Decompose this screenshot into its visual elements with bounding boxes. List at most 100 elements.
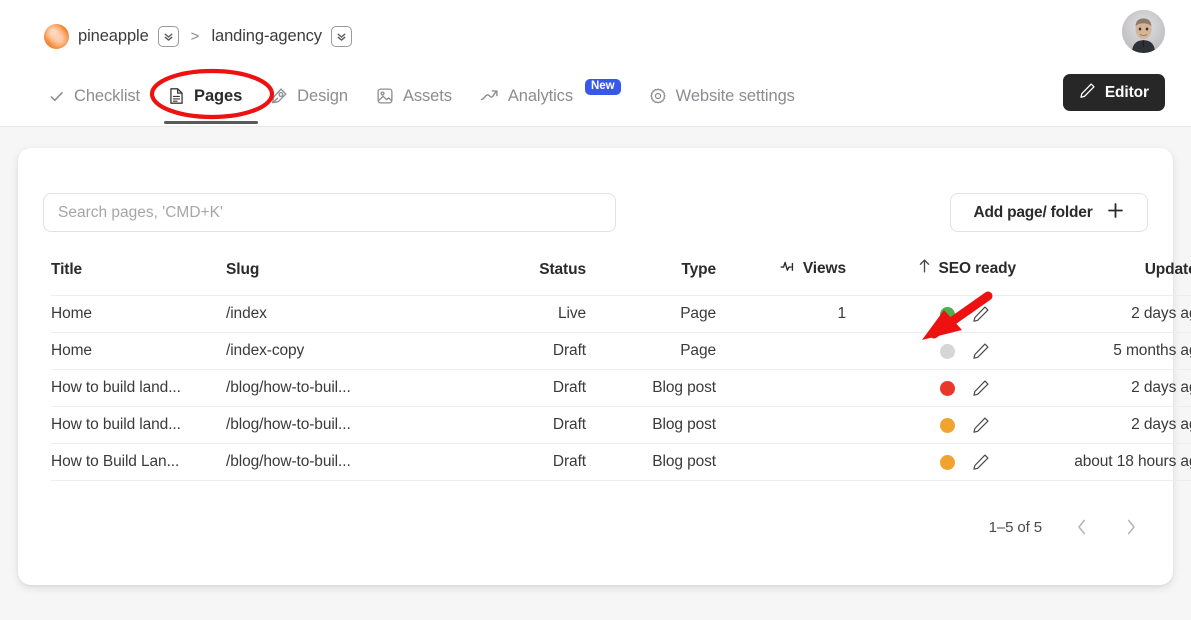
pages-card: Add page/ folder Title Slug Statu bbox=[18, 148, 1191, 585]
pages-table: Title Slug Status Type Views SEO ready U… bbox=[51, 258, 1191, 481]
avatar[interactable] bbox=[1122, 10, 1165, 53]
trending-up-icon bbox=[480, 88, 499, 104]
tab-design-label: Design bbox=[297, 86, 348, 105]
column-header-type-label: Type bbox=[681, 261, 716, 278]
chevron-right-icon bbox=[1127, 519, 1135, 535]
table-header-row: Title Slug Status Type Views SEO ready U… bbox=[51, 258, 1191, 296]
cell-seo-ready bbox=[846, 369, 1016, 407]
cell-views bbox=[716, 443, 846, 481]
chevron-left-icon bbox=[1078, 519, 1086, 535]
column-header-title-label: Title bbox=[51, 261, 83, 278]
pagination-previous-button[interactable] bbox=[1073, 516, 1091, 538]
pen-nib-icon bbox=[270, 87, 288, 105]
edit-pencil-icon[interactable] bbox=[972, 342, 990, 360]
seo-status-dot bbox=[940, 417, 955, 433]
breadcrumb-separator: > bbox=[190, 27, 200, 45]
tab-pages[interactable]: Pages bbox=[154, 76, 259, 124]
gear-icon bbox=[649, 87, 667, 105]
column-header-updated-label: Updated bbox=[1144, 261, 1191, 278]
tab-assets[interactable]: Assets bbox=[362, 76, 466, 116]
column-header-type[interactable]: Type bbox=[586, 258, 716, 296]
column-header-status[interactable]: Status bbox=[466, 258, 586, 296]
tab-checklist[interactable]: Checklist bbox=[34, 76, 154, 116]
cell-status: Draft bbox=[466, 369, 586, 407]
pagination-range-label: 1–5 of 5 bbox=[988, 518, 1043, 536]
table-row[interactable]: Home/index-copyDraftPage 5 months ago bbox=[51, 332, 1191, 370]
tab-website-settings[interactable]: Website settings bbox=[635, 76, 809, 116]
cell-slug: /blog/how-to-buil... bbox=[226, 406, 466, 444]
column-header-slug-label: Slug bbox=[226, 261, 260, 278]
table-row[interactable]: Home/indexLivePage1 2 days ago bbox=[51, 295, 1191, 333]
check-icon bbox=[48, 88, 65, 105]
seo-status-dot bbox=[940, 343, 955, 359]
breadcrumb-site-label[interactable]: landing-agency bbox=[211, 27, 322, 46]
edit-pencil-icon[interactable] bbox=[972, 416, 990, 434]
cell-seo-ready bbox=[846, 443, 1016, 481]
seo-status-dot bbox=[940, 306, 955, 322]
table-row[interactable]: How to Build Lan.../blog/how-to-buil... D… bbox=[51, 443, 1191, 481]
add-page-folder-button[interactable]: Add page/ folder bbox=[950, 193, 1148, 232]
column-header-updated[interactable]: Updated bbox=[1016, 258, 1191, 296]
cell-type: Page bbox=[586, 332, 716, 370]
table-row[interactable]: How to build land.../blog/how-to-buil...… bbox=[51, 406, 1191, 444]
activity-pulse-icon bbox=[780, 259, 797, 279]
column-header-views[interactable]: Views bbox=[716, 258, 846, 296]
column-header-title[interactable]: Title bbox=[51, 258, 226, 296]
pages-table-head: Title Slug Status Type Views SEO ready U… bbox=[51, 258, 1191, 296]
cell-updated: 2 days ago bbox=[1016, 406, 1191, 444]
cell-status: Draft bbox=[466, 406, 586, 444]
cell-type: Blog post bbox=[586, 369, 716, 407]
chevron-double-down-icon bbox=[162, 30, 175, 43]
document-icon bbox=[168, 87, 185, 105]
column-header-seo-ready[interactable]: SEO ready bbox=[846, 258, 1016, 296]
tab-analytics[interactable]: Analytics New bbox=[466, 76, 635, 116]
add-page-folder-label: Add page/ folder bbox=[973, 203, 1093, 221]
cell-slug: /index-copy bbox=[226, 332, 466, 370]
image-icon bbox=[376, 87, 394, 105]
cell-type: Page bbox=[586, 295, 716, 333]
seo-status-dot bbox=[940, 380, 955, 396]
cell-updated: 5 months ago bbox=[1016, 332, 1191, 370]
tab-design[interactable]: Design bbox=[256, 76, 362, 116]
tab-assets-label: Assets bbox=[402, 86, 452, 105]
chevron-double-down-icon bbox=[335, 30, 348, 43]
pencil-icon bbox=[1079, 82, 1096, 104]
breadcrumb: pineapple > landing-agency bbox=[44, 20, 352, 52]
column-header-status-label: Status bbox=[539, 261, 586, 278]
edit-pencil-icon[interactable] bbox=[972, 305, 990, 323]
cell-seo-ready bbox=[846, 406, 1016, 444]
cell-slug: /index bbox=[226, 295, 466, 333]
sort-ascending-arrow-icon bbox=[917, 258, 932, 279]
avatar-photo bbox=[1122, 10, 1165, 53]
column-header-slug[interactable]: Slug bbox=[226, 258, 466, 296]
breadcrumb-workspace-label[interactable]: pineapple bbox=[78, 27, 149, 46]
editor-button-label: Editor bbox=[1104, 83, 1149, 101]
table-row[interactable]: How to build land.../blog/how-to-buil...… bbox=[51, 369, 1191, 407]
search-input[interactable] bbox=[43, 193, 616, 232]
cell-updated: 2 days ago bbox=[1016, 369, 1191, 407]
tab-analytics-label: Analytics bbox=[507, 86, 573, 105]
cell-title: Home bbox=[51, 295, 226, 333]
site-switcher-button[interactable] bbox=[330, 25, 352, 47]
edit-pencil-icon[interactable] bbox=[972, 379, 990, 397]
analytics-new-badge: New bbox=[584, 78, 621, 96]
cell-status: Draft bbox=[466, 443, 586, 481]
main-tabs: Checklist Pages Design Assets Analytics … bbox=[34, 76, 809, 124]
edit-pencil-icon[interactable] bbox=[972, 453, 990, 471]
workspace-logo-icon bbox=[44, 23, 69, 49]
cell-title: How to build land... bbox=[51, 369, 226, 407]
cell-views bbox=[716, 406, 846, 444]
cell-seo-ready bbox=[846, 332, 1016, 370]
workspace-switcher-button[interactable] bbox=[157, 25, 179, 47]
cell-views bbox=[716, 332, 846, 370]
pages-table-container: Title Slug Status Type Views SEO ready U… bbox=[51, 258, 1191, 481]
cell-title: How to Build Lan... bbox=[51, 443, 226, 481]
cell-slug: /blog/how-to-buil... bbox=[226, 369, 466, 407]
card-toolbar: Add page/ folder bbox=[43, 193, 1148, 232]
cell-status: Live bbox=[466, 295, 586, 333]
tab-website-settings-label: Website settings bbox=[675, 86, 795, 105]
editor-button[interactable]: Editor bbox=[1062, 74, 1165, 111]
column-header-views-label: Views bbox=[802, 260, 846, 277]
pagination-next-button[interactable] bbox=[1122, 516, 1140, 538]
cell-title: Home bbox=[51, 332, 226, 370]
